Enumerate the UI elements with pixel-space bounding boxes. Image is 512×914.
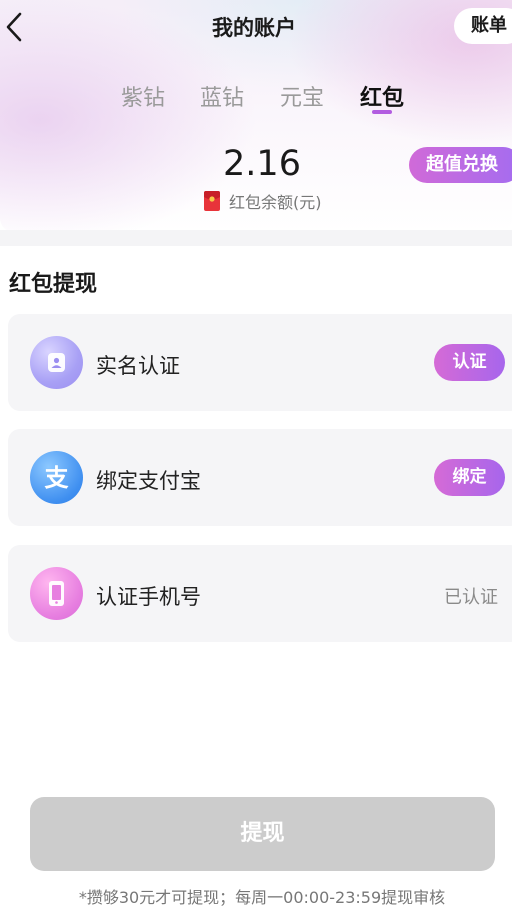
item-label: 实名认证 xyxy=(96,354,180,378)
tab-ingot[interactable]: 元宝 xyxy=(272,80,332,112)
account-page: 我的账户 账单 紫钻 蓝钻 元宝 红包 2.16 红包余额(元) 超值兑换 红包… xyxy=(0,0,512,914)
exchange-button[interactable]: 超值兑换 xyxy=(409,147,512,183)
id-card-icon xyxy=(30,336,83,389)
tab-red-packet[interactable]: 红包 xyxy=(352,80,412,112)
bind-button[interactable]: 绑定 xyxy=(434,459,505,496)
item-label: 绑定支付宝 xyxy=(96,469,201,493)
list-item-alipay[interactable]: 支 绑定支付宝 绑定 xyxy=(8,429,512,526)
currency-tabs: 紫钻 蓝钻 元宝 红包 xyxy=(0,80,512,120)
list-item-phone: 认证手机号 已认证 xyxy=(8,545,512,642)
tab-purple-diamond[interactable]: 紫钻 xyxy=(113,80,173,112)
active-tab-indicator xyxy=(372,110,392,114)
balance-label: 红包余额(元) xyxy=(229,193,322,212)
balance-label-row: 红包余额(元) xyxy=(204,190,322,212)
page-title: 我的账户 xyxy=(212,16,296,40)
red-packet-icon xyxy=(204,191,220,211)
list-item-real-name[interactable]: 实名认证 认证 xyxy=(8,314,512,411)
svg-text:支: 支 xyxy=(45,464,70,492)
verified-status: 已认证 xyxy=(444,587,498,608)
item-label: 认证手机号 xyxy=(96,585,201,609)
bill-button[interactable]: 账单 xyxy=(454,8,512,44)
withdraw-note: *攒够30元才可提现；每周一00:00-23:59提现审核 xyxy=(78,888,446,907)
verify-button[interactable]: 认证 xyxy=(434,344,505,381)
alipay-icon: 支 xyxy=(30,451,83,504)
section-title: 红包提现 xyxy=(9,272,98,297)
withdraw-button[interactable]: 提现 xyxy=(30,797,495,871)
tab-blue-diamond[interactable]: 蓝钻 xyxy=(192,80,252,112)
phone-icon xyxy=(30,567,83,620)
